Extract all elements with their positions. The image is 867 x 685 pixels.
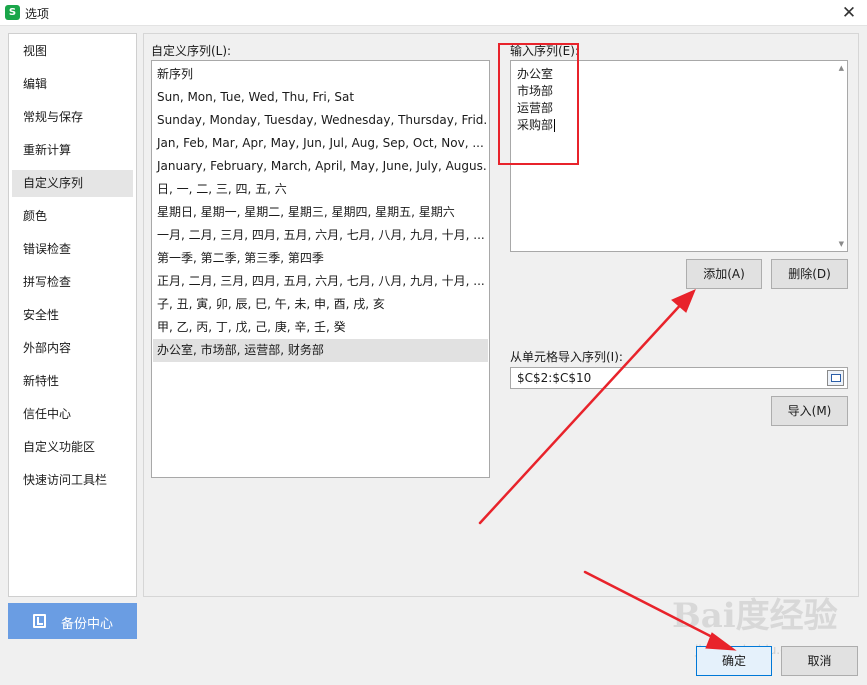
- arrow-to-add-button: [478, 298, 687, 525]
- annotation-arrows: [478, 289, 737, 651]
- arrow-to-ok-button: [583, 570, 724, 644]
